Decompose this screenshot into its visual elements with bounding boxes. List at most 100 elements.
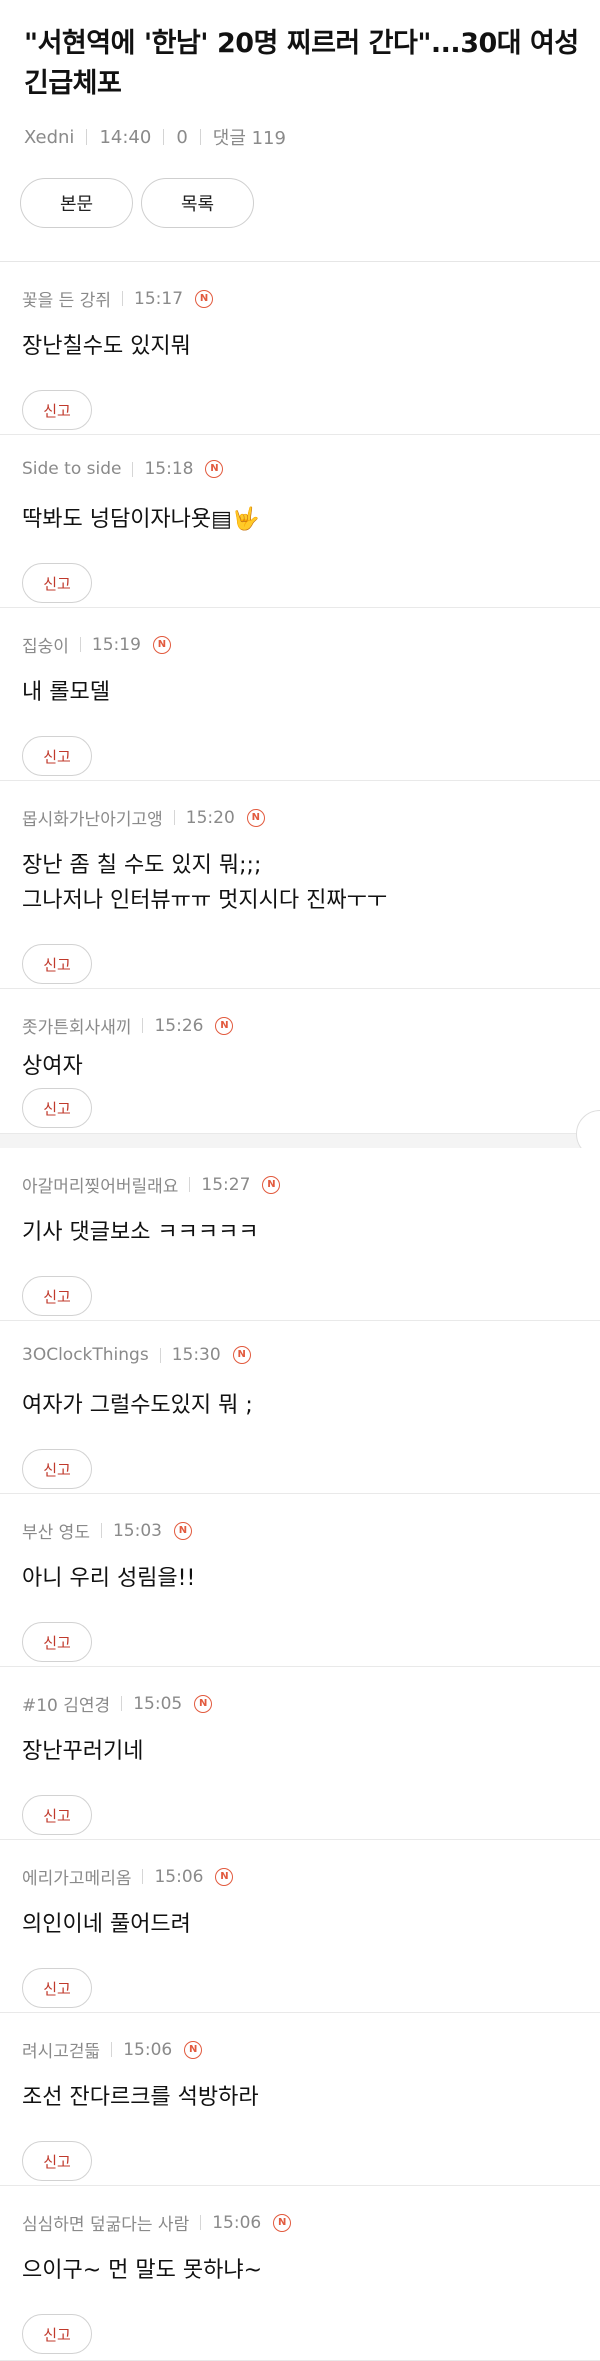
article-time: 14:40	[99, 126, 152, 148]
meta-divider	[122, 291, 124, 306]
comment-body: 딱봐도 넝담이자나욧▤🤟	[22, 507, 260, 532]
meta-divider	[79, 637, 81, 652]
comment-meta: 좃가튼회사새끼 15:26 N	[22, 1013, 234, 1038]
comment-item: 꽃을 든 강쥐 15:17 N 장난칠수도 있지뭐 신고	[0, 262, 600, 435]
meta-divider	[111, 2042, 113, 2057]
article-buttons: 본문 목록	[20, 178, 254, 228]
comment-meta: 부산 영도 15:03 N	[22, 1518, 192, 1543]
comment-body: 으이구~ 먼 말도 못하냐~	[22, 2258, 263, 2283]
new-badge-icon: N	[262, 1175, 281, 1194]
report-button[interactable]: 신고	[22, 2314, 92, 2354]
comment-time: 15:05	[133, 1693, 183, 1714]
comment-item: 에리가고메리옴 15:06 N 의인이네 풀어드려신고	[0, 1840, 600, 2013]
meta-divider	[163, 129, 165, 145]
report-button[interactable]: 신고	[22, 1276, 92, 1316]
new-badge-icon: N	[152, 635, 171, 654]
comment-time: 15:30	[171, 1345, 221, 1365]
comment-body: 장난 좀 칠 수도 있지 뭐;;; 그나저나 인터뷰ㅠㅠ 멋지시다 진짜ㅜㅜ	[22, 853, 388, 913]
report-button[interactable]: 신고	[22, 390, 92, 430]
comment-meta: 집숭이 15:19 N	[22, 632, 171, 657]
new-badge-icon: N	[273, 2213, 292, 2232]
comment-time: 15:03	[112, 1520, 162, 1541]
meta-divider	[189, 1177, 191, 1192]
comment-nickname[interactable]: 3OClockThings	[22, 1345, 149, 1365]
section-gap	[0, 1134, 600, 1148]
article-meta: Xedni 14:40 0 댓글 119	[24, 124, 286, 150]
comment-nickname[interactable]: Side to side	[22, 459, 121, 479]
comment-body: 여자가 그럴수도있지 뭐 ;	[22, 1393, 253, 1418]
comment-item: 아갈머리찢어버릴래요 15:27 N 기사 댓글보소 ㅋㅋㅋㅋㅋ 신고	[0, 1148, 600, 1321]
meta-divider	[132, 461, 134, 477]
report-button[interactable]: 신고	[22, 1088, 92, 1128]
comment-body: 의인이네 풀어드려	[22, 1912, 191, 1937]
comment-time: 15:18	[144, 459, 194, 479]
comment-item: 좃가튼회사새끼 15:26 N 상여자신고	[0, 989, 600, 1158]
comment-time: 15:06	[154, 1866, 204, 1887]
meta-divider	[200, 2215, 202, 2230]
article-author[interactable]: Xedni	[24, 127, 74, 148]
list-button[interactable]: 목록	[141, 178, 254, 228]
comment-nickname[interactable]: 아갈머리찢어버릴래요	[22, 1172, 178, 1197]
comment-item: 부산 영도 15:03 N 아니 우리 성림을!! 신고	[0, 1494, 600, 1667]
comment-time: 15:06	[212, 2212, 262, 2233]
comment-body: 조선 잔다르크를 석방하라	[22, 2085, 259, 2110]
comment-nickname[interactable]: 몹시화가난아기고앵	[22, 805, 163, 830]
comment-time: 15:17	[134, 288, 184, 309]
comment-meta: #10 김연경 15:05 N	[22, 1691, 213, 1716]
meta-divider	[142, 1869, 144, 1884]
comment-list: 꽃을 든 강쥐 15:17 N 장난칠수도 있지뭐신고 Side to side 15:1…	[0, 262, 600, 2361]
report-button[interactable]: 신고	[22, 1622, 92, 1662]
comment-meta: 아갈머리찢어버릴래요 15:27 N	[22, 1172, 281, 1197]
report-button[interactable]: 신고	[22, 944, 92, 984]
comment-item: 3OClockThings 15:30 N 여자가 그럴수도있지 뭐 ; 신고	[0, 1321, 600, 1494]
report-button[interactable]: 신고	[22, 563, 92, 603]
comment-body: 기사 댓글보소 ㅋㅋㅋㅋㅋ	[22, 1220, 259, 1245]
report-button[interactable]: 신고	[22, 736, 92, 776]
comment-nickname[interactable]: 에리가고메리옴	[22, 1864, 131, 1889]
comment-item: 몹시화가난아기고앵 15:20 N 장난 좀 칠 수도 있지 뭐;;; 그나저나 인터…	[0, 781, 600, 989]
comment-body: 장난꾸러기네	[22, 1739, 144, 1764]
new-badge-icon: N	[184, 2040, 203, 2059]
meta-divider	[86, 129, 88, 145]
new-badge-icon: N	[173, 1521, 192, 1540]
comment-time: 15:26	[154, 1015, 204, 1036]
meta-divider	[121, 1696, 123, 1711]
meta-divider	[199, 129, 201, 145]
comment-nickname[interactable]: 꽃을 든 강쥐	[22, 286, 111, 311]
new-badge-icon: N	[215, 1867, 234, 1886]
comment-nickname[interactable]: 좃가튼회사새끼	[22, 1013, 131, 1038]
comment-meta: 에리가고메리옴 15:06 N	[22, 1864, 234, 1889]
comment-meta: 려시고걷뜳 15:06 N	[22, 2037, 203, 2062]
meta-divider	[159, 1347, 161, 1363]
article-views: 0	[176, 126, 188, 148]
comment-meta: 심심하면 덮굶다는 사람 15:06 N	[22, 2210, 292, 2235]
comment-nickname[interactable]: 집숭이	[22, 632, 69, 657]
comment-nickname[interactable]: 부산 영도	[22, 1518, 90, 1543]
report-button[interactable]: 신고	[22, 1795, 92, 1835]
comment-meta: Side to side 15:18 N	[22, 459, 224, 479]
comment-nickname[interactable]: #10 김연경	[22, 1691, 110, 1716]
article-title: "서현역에 '한남' 20명 찌르러 간다"...30대 여성 긴급체포	[24, 28, 579, 99]
comment-body: 상여자	[22, 1054, 83, 1079]
body-button[interactable]: 본문	[20, 178, 133, 228]
report-button[interactable]: 신고	[22, 1449, 92, 1489]
comment-item: 집숭이 15:19 N 내 롤모델 신고	[0, 608, 600, 781]
comment-time: 15:20	[185, 807, 235, 828]
report-button[interactable]: 신고	[22, 2141, 92, 2181]
comment-time: 15:19	[91, 634, 141, 655]
meta-divider	[173, 810, 175, 825]
comment-item: 심심하면 덮굶다는 사람 15:06 N 으이구~ 먼 말도 못하냐~ 신고	[0, 2186, 600, 2361]
comment-meta: 3OClockThings 15:30 N	[22, 1345, 251, 1365]
report-button[interactable]: 신고	[22, 1968, 92, 2008]
comment-time: 15:06	[123, 2039, 173, 2060]
article-comment-count[interactable]: 댓글 119	[213, 124, 286, 150]
new-badge-icon: N	[205, 460, 224, 478]
comment-item: #10 김연경 15:05 N 장난꾸러기네 신고	[0, 1667, 600, 1840]
comment-nickname[interactable]: 심심하면 덮굶다는 사람	[22, 2210, 189, 2235]
comment-meta: 꽃을 든 강쥐 15:17 N	[22, 286, 214, 311]
comment-body: 장난칠수도 있지뭐	[22, 334, 191, 359]
comment-body: 아니 우리 성림을!!	[22, 1566, 196, 1591]
new-badge-icon: N	[215, 1016, 234, 1035]
new-badge-icon: N	[232, 1346, 251, 1364]
comment-nickname[interactable]: 려시고걷뜳	[22, 2037, 100, 2062]
